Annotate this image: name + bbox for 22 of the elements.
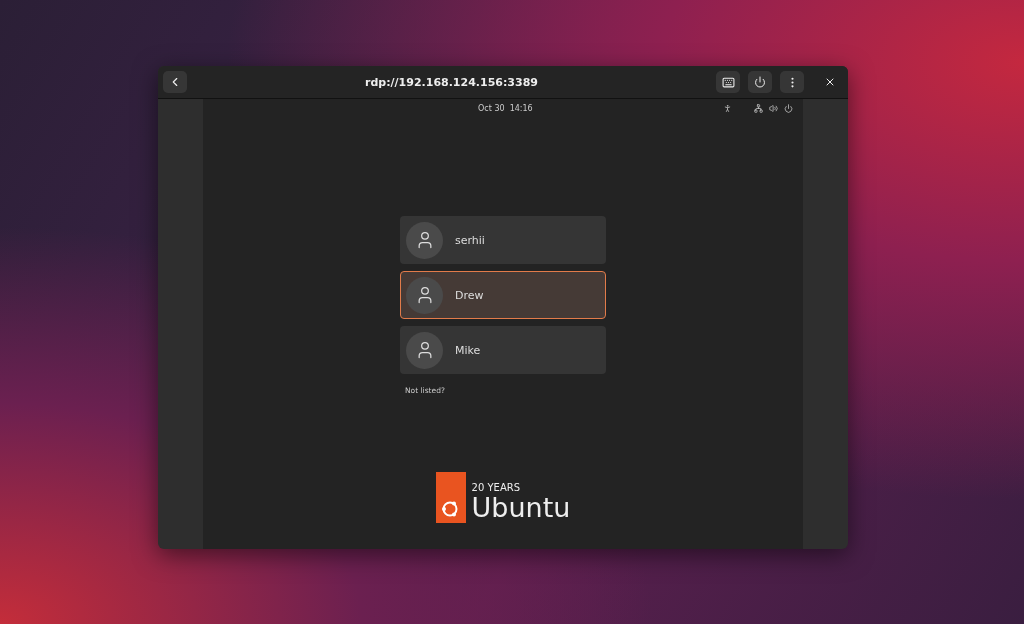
keyboard-icon [721,75,735,89]
window-title: rdp://192.168.124.156:3389 [364,75,539,89]
logo-icon [435,472,466,523]
network-icon[interactable] [754,103,763,113]
power-icon [754,76,766,88]
user-name: Mike [455,343,481,357]
user-item[interactable]: serhii [400,216,606,264]
logo-wordmark: Ubuntu [471,493,571,523]
user-name: Drew [455,288,484,302]
keyboard-button[interactable] [716,71,740,93]
power-icon[interactable] [784,103,793,113]
date-time[interactable]: Oct 30 14:16 [478,103,533,113]
power-button[interactable] [748,71,772,93]
back-button[interactable] [163,71,187,93]
menu-button[interactable] [780,71,804,93]
user-item[interactable]: Mike [400,326,606,374]
user-name: serhii [455,233,485,247]
logo-tagline: 20 YEARS [471,482,522,493]
volume-icon[interactable] [769,103,778,113]
user-item[interactable]: Drew [400,271,606,319]
accessibility-icon[interactable] [723,103,732,113]
close-icon [824,76,836,88]
